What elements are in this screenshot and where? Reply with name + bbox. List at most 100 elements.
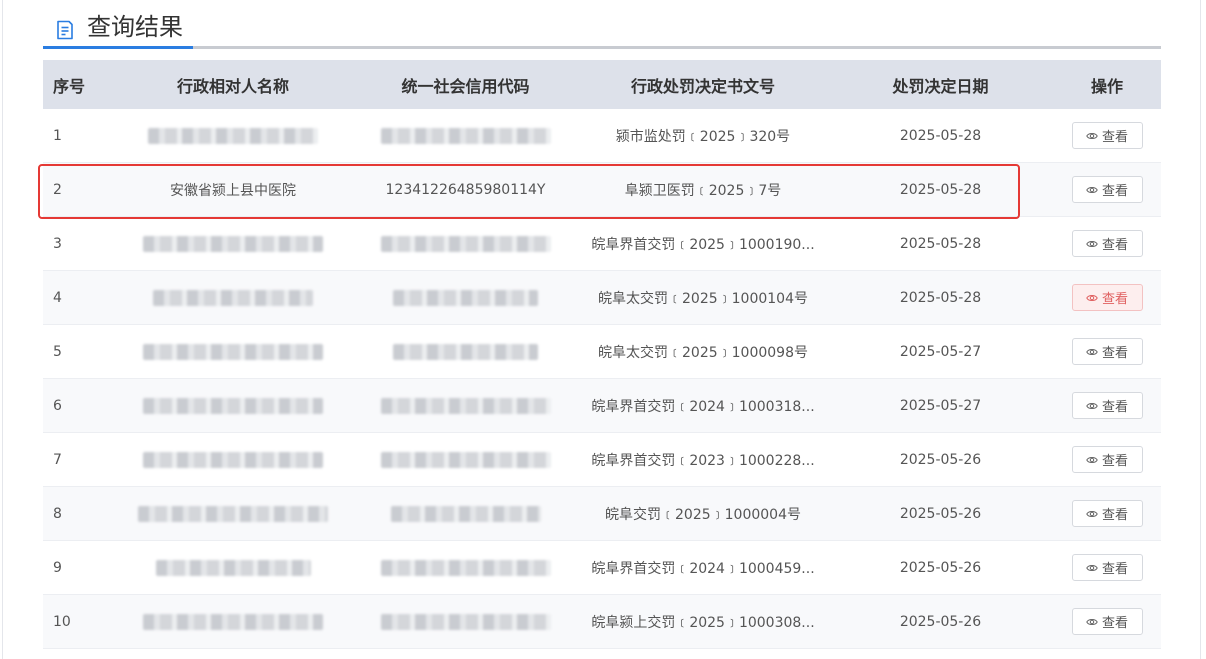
cell-credit-code bbox=[353, 540, 578, 595]
cell-action: 查看 bbox=[1053, 216, 1161, 271]
section-title: 查询结果 bbox=[87, 13, 183, 41]
view-button[interactable]: 查看 bbox=[1071, 230, 1143, 257]
cell-doc-no: 皖阜颍上交罚﹝2025﹞1000308... bbox=[578, 594, 828, 649]
cell-action: 查看 bbox=[1053, 162, 1161, 217]
cell-doc-no: 皖阜界首交罚﹝2024﹞1000459... bbox=[578, 540, 828, 595]
cell-credit-code bbox=[353, 109, 578, 163]
cell-action: 查看 bbox=[1053, 486, 1161, 541]
eye-icon bbox=[1086, 564, 1098, 571]
redacted-credit-code bbox=[393, 289, 538, 306]
table-row: 3 皖阜界首交罚﹝2025﹞1000190... 2025-05-28 查看 bbox=[43, 216, 1161, 271]
view-button[interactable]: 查看 bbox=[1071, 122, 1143, 149]
cell-date: 2025-05-28 bbox=[828, 109, 1053, 163]
redacted-name bbox=[143, 613, 323, 630]
cell-action: 查看 bbox=[1053, 378, 1161, 433]
cell-credit-code: 12341226485980114Y bbox=[353, 162, 578, 217]
redacted-name bbox=[143, 397, 323, 414]
redacted-credit-code bbox=[380, 127, 551, 144]
cell-date: 2025-05-26 bbox=[828, 432, 1053, 487]
cell-date: 2025-05-27 bbox=[828, 324, 1053, 379]
eye-icon bbox=[1086, 510, 1098, 517]
table-row: 4 皖阜太交罚﹝2025﹞1000104号 2025-05-28 查看 bbox=[43, 270, 1161, 325]
redacted-name bbox=[143, 451, 323, 468]
cell-name bbox=[113, 270, 353, 325]
redacted-name bbox=[148, 127, 318, 144]
header-credit-code: 统一社会信用代码 bbox=[353, 60, 578, 109]
redacted-name bbox=[155, 559, 311, 576]
eye-icon bbox=[1086, 240, 1098, 247]
cell-date: 2025-05-28 bbox=[828, 162, 1053, 217]
view-button[interactable]: 查看 bbox=[1071, 608, 1143, 635]
cell-no: 9 bbox=[43, 540, 113, 595]
view-button[interactable]: 查看 bbox=[1071, 392, 1143, 419]
cell-credit-code bbox=[353, 216, 578, 271]
view-button-label: 查看 bbox=[1101, 454, 1128, 469]
view-button[interactable]: 查看 bbox=[1071, 554, 1143, 581]
cell-no: 2 bbox=[43, 162, 113, 217]
document-list-icon bbox=[57, 20, 73, 40]
results-table: 序号 行政相对人名称 统一社会信用代码 行政处罚决定书文号 处罚决定日期 操作 … bbox=[43, 60, 1161, 649]
redacted-credit-code bbox=[390, 505, 541, 522]
eye-icon bbox=[1086, 402, 1098, 409]
cell-date: 2025-05-26 bbox=[828, 594, 1053, 649]
redacted-credit-code bbox=[380, 451, 551, 468]
cell-doc-no: 阜颍卫医罚﹝2025﹞7号 bbox=[578, 162, 828, 217]
cell-no: 4 bbox=[43, 270, 113, 325]
redacted-credit-code bbox=[380, 235, 551, 252]
redacted-name bbox=[143, 235, 323, 252]
cell-credit-code bbox=[353, 594, 578, 649]
header-date: 处罚决定日期 bbox=[828, 60, 1053, 109]
section-header: 查询结果 bbox=[43, 0, 1161, 49]
cell-date: 2025-05-26 bbox=[828, 540, 1053, 595]
view-button-label: 查看 bbox=[1101, 292, 1128, 307]
eye-icon bbox=[1086, 348, 1098, 355]
eye-icon bbox=[1086, 618, 1098, 625]
cell-action: 查看 bbox=[1053, 109, 1161, 163]
cell-name bbox=[113, 486, 353, 541]
cell-doc-no: 皖阜界首交罚﹝2024﹞1000318... bbox=[578, 378, 828, 433]
view-button[interactable]: 查看 bbox=[1071, 176, 1143, 203]
table-row: 2 安徽省颍上县中医院 12341226485980114Y 阜颍卫医罚﹝2025﹞7… bbox=[43, 162, 1161, 217]
view-button-label: 查看 bbox=[1101, 400, 1128, 415]
view-button[interactable]: 查看 bbox=[1071, 338, 1143, 365]
cell-date: 2025-05-28 bbox=[828, 270, 1053, 325]
table-row: 8 皖阜交罚﹝2025﹞1000004号 2025-05-26 查看 bbox=[43, 486, 1161, 541]
table-row: 10 皖阜颍上交罚﹝2025﹞1000308... 2025-05-26 查看 bbox=[43, 594, 1161, 649]
view-button[interactable]: 查看 bbox=[1071, 284, 1143, 311]
header-name: 行政相对人名称 bbox=[113, 60, 353, 109]
cell-no: 5 bbox=[43, 324, 113, 379]
cell-credit-code bbox=[353, 486, 578, 541]
redacted-credit-code bbox=[380, 559, 551, 576]
table-row: 7 皖阜界首交罚﹝2023﹞1000228... 2025-05-26 查看 bbox=[43, 432, 1161, 487]
view-button[interactable]: 查看 bbox=[1071, 500, 1143, 527]
cell-action: 查看 bbox=[1053, 324, 1161, 379]
eye-icon bbox=[1086, 186, 1098, 193]
cell-name bbox=[113, 109, 353, 163]
cell-date: 2025-05-26 bbox=[828, 486, 1053, 541]
cell-doc-no: 皖阜交罚﹝2025﹞1000004号 bbox=[578, 486, 828, 541]
table-row: 1 颍市监处罚﹝2025﹞320号 2025-05-28 查看 bbox=[43, 109, 1161, 163]
cell-action: 查看 bbox=[1053, 594, 1161, 649]
cell-name: 安徽省颍上县中医院 bbox=[113, 162, 353, 217]
cell-no: 6 bbox=[43, 378, 113, 433]
header-doc-no: 行政处罚决定书文号 bbox=[578, 60, 828, 109]
table-row: 9 皖阜界首交罚﹝2024﹞1000459... 2025-05-26 查看 bbox=[43, 540, 1161, 595]
eye-icon bbox=[1086, 456, 1098, 463]
cell-action: 查看 bbox=[1053, 432, 1161, 487]
cell-no: 8 bbox=[43, 486, 113, 541]
view-button-label: 查看 bbox=[1101, 616, 1128, 631]
redacted-credit-code bbox=[393, 343, 538, 360]
cell-no: 1 bbox=[43, 109, 113, 163]
redacted-name bbox=[143, 343, 323, 360]
header-action: 操作 bbox=[1053, 60, 1161, 109]
cell-no: 10 bbox=[43, 594, 113, 649]
cell-credit-code bbox=[353, 432, 578, 487]
cell-no: 3 bbox=[43, 216, 113, 271]
section-title-tab: 查询结果 bbox=[43, 0, 193, 49]
redacted-credit-code bbox=[380, 397, 551, 414]
view-button-label: 查看 bbox=[1101, 562, 1128, 577]
view-button-label: 查看 bbox=[1101, 130, 1128, 145]
cell-name bbox=[113, 324, 353, 379]
view-button[interactable]: 查看 bbox=[1071, 446, 1143, 473]
redacted-name bbox=[153, 289, 313, 306]
